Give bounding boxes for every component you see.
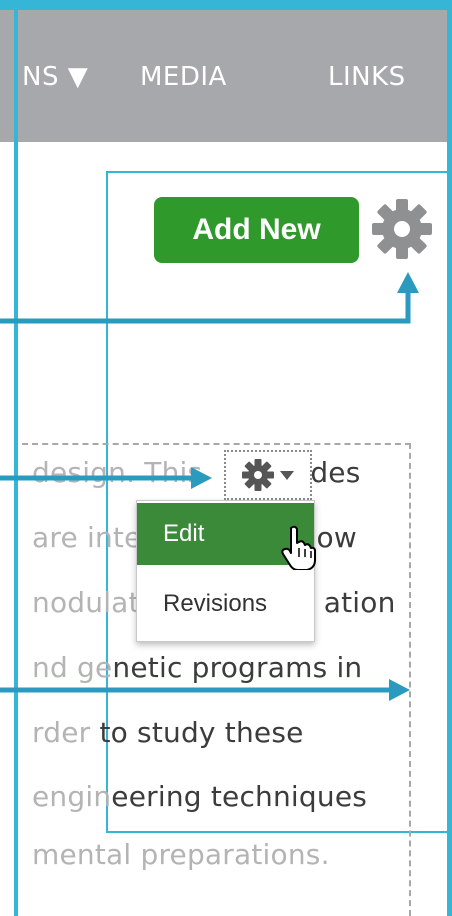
annotation-arrows xyxy=(0,272,419,701)
arrow-to-gear xyxy=(0,290,411,324)
arrow-head-right-2 xyxy=(389,679,410,701)
arrow-head-right-1 xyxy=(191,467,212,489)
arrow-head-up xyxy=(397,272,419,293)
screenshot-stage: NS ▼ MEDIA LINKS Add New design. This des… xyxy=(0,0,452,916)
